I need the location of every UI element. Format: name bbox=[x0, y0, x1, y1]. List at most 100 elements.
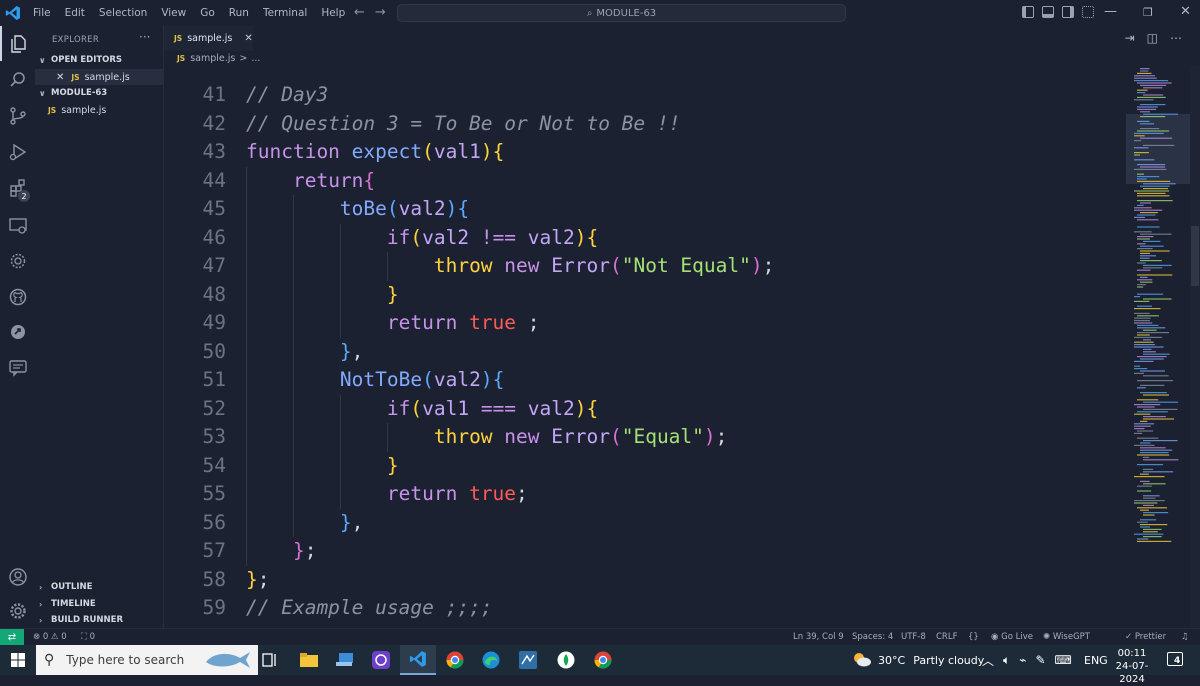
folder-header[interactable]: ∨ MODULE-63 bbox=[39, 88, 107, 98]
open-preview-icon[interactable]: ⇥ bbox=[1125, 31, 1135, 45]
run-debug-icon[interactable] bbox=[0, 134, 35, 169]
more-actions-icon[interactable]: ··· bbox=[139, 30, 150, 44]
explorer-icon[interactable] bbox=[0, 26, 35, 61]
menu-run[interactable]: Run bbox=[222, 7, 256, 19]
problems-indicator[interactable]: ⊗ 0 ⚠ 0 bbox=[33, 632, 67, 642]
minimap-viewport[interactable] bbox=[1126, 114, 1190, 184]
outline-section[interactable]: › OUTLINE bbox=[39, 582, 92, 592]
bell-icon[interactable]: ♫ bbox=[1181, 632, 1189, 642]
minimize-icon[interactable]: — bbox=[1104, 4, 1117, 19]
app-icon[interactable] bbox=[510, 645, 546, 675]
code-line[interactable]: 50 }, bbox=[164, 337, 1124, 366]
code-line[interactable] bbox=[164, 66, 1124, 81]
task-view-icon[interactable] bbox=[252, 645, 288, 675]
file-explorer-icon[interactable] bbox=[291, 645, 327, 675]
menu-terminal[interactable]: Terminal bbox=[256, 7, 314, 19]
volume-icon[interactable]: 🔈︎ bbox=[1003, 653, 1010, 668]
close-tab-icon[interactable]: ✕ bbox=[244, 33, 252, 44]
code-line[interactable]: 44 return{ bbox=[164, 166, 1124, 195]
tab-sample-js[interactable]: JS sample.js ✕ bbox=[164, 26, 253, 51]
code-line[interactable]: 54 } bbox=[164, 451, 1124, 480]
customize-layout-icon[interactable] bbox=[1082, 6, 1094, 18]
restore-icon[interactable]: ❐ bbox=[1143, 6, 1153, 19]
minimap[interactable] bbox=[1126, 66, 1190, 628]
split-editor-icon[interactable]: ◫ bbox=[1147, 31, 1158, 45]
toggle-panel-icon[interactable] bbox=[1042, 6, 1054, 18]
forward-arrow-icon[interactable]: → bbox=[375, 5, 396, 20]
chat-icon[interactable] bbox=[0, 350, 35, 385]
close-editor-icon[interactable]: ✕ bbox=[56, 72, 64, 83]
pen-icon[interactable]: ✎ bbox=[1035, 653, 1045, 667]
encoding[interactable]: UTF-8 bbox=[901, 632, 926, 642]
github-icon[interactable] bbox=[0, 279, 35, 314]
show-hidden-icons-icon[interactable]: ︿ bbox=[982, 652, 994, 669]
build-runner-section[interactable]: › BUILD RUNNER bbox=[39, 615, 123, 625]
code-line[interactable]: 43 function expect(val1){ bbox=[164, 138, 1124, 167]
breadcrumb-file[interactable]: sample.js bbox=[190, 53, 235, 64]
code-line[interactable]: 47 throw new Error("Not Equal"); bbox=[164, 252, 1124, 281]
back-arrow-icon[interactable]: ← bbox=[354, 5, 375, 20]
vscode-logo-icon[interactable] bbox=[0, 0, 26, 26]
search-icon[interactable] bbox=[0, 62, 35, 97]
go-live-button[interactable]: ◉ Go Live bbox=[991, 632, 1033, 642]
wisegpt-button[interactable]: ✺ WiseGPT bbox=[1043, 632, 1090, 642]
line-endings[interactable]: CRLF bbox=[936, 632, 957, 642]
more-actions-icon[interactable]: ⋯ bbox=[1170, 31, 1182, 45]
code-line[interactable]: 55 return true; bbox=[164, 480, 1124, 509]
open-editor-item[interactable]: ✕ JS sample.js bbox=[35, 69, 163, 85]
close-icon[interactable]: ✕ bbox=[1180, 4, 1191, 19]
source-control-icon[interactable] bbox=[0, 98, 35, 133]
indentation[interactable]: Spaces: 4 bbox=[852, 632, 893, 642]
command-center[interactable]: ⌕ MODULE-63 bbox=[397, 4, 846, 22]
code-line[interactable]: 59 // Example usage ;;;; bbox=[164, 594, 1124, 623]
language-mode[interactable]: {} bbox=[968, 632, 979, 642]
menu-help[interactable]: Help bbox=[314, 7, 352, 19]
live-share-icon[interactable] bbox=[0, 314, 35, 349]
menu-go[interactable]: Go bbox=[193, 7, 222, 19]
code-line[interactable]: 49 return true ; bbox=[164, 309, 1124, 338]
notification-center-icon[interactable]: 4 bbox=[1167, 652, 1183, 666]
taskbar-search[interactable]: ⚲ Type here to search bbox=[36, 645, 258, 675]
app-icon[interactable] bbox=[548, 645, 584, 675]
menu-selection[interactable]: Selection bbox=[92, 7, 154, 19]
remote-icon[interactable]: ⇄ bbox=[0, 629, 24, 646]
editor-scrollbar[interactable] bbox=[1190, 66, 1200, 628]
windows-start-icon[interactable] bbox=[0, 645, 36, 675]
code-line[interactable]: 53 throw new Error("Equal"); bbox=[164, 423, 1124, 452]
keyboard-icon[interactable]: ⌨ bbox=[1055, 653, 1072, 667]
file-tree-item[interactable]: JS sample.js bbox=[35, 102, 163, 118]
open-editors-header[interactable]: ∨ OPEN EDITORS bbox=[39, 55, 122, 65]
app-icon[interactable] bbox=[327, 645, 363, 675]
code-line[interactable]: 58}; bbox=[164, 566, 1124, 595]
toggle-primary-sidebar-icon[interactable] bbox=[1022, 6, 1034, 18]
network-icon[interactable]: ⌁ bbox=[1019, 653, 1026, 667]
code-line[interactable]: 48 } bbox=[164, 280, 1124, 309]
github-desktop-icon[interactable] bbox=[363, 645, 399, 675]
input-language[interactable]: ENG bbox=[1084, 645, 1108, 675]
code-line[interactable]: 57 }; bbox=[164, 537, 1124, 566]
testing-icon[interactable] bbox=[0, 243, 35, 278]
chrome-icon[interactable] bbox=[437, 645, 473, 675]
menu-view[interactable]: View bbox=[154, 7, 193, 19]
code-editor[interactable]: 41 // Day3 42 // Question 3 = To Be or Not … bbox=[164, 66, 1124, 628]
breadcrumb-symbol[interactable]: ... bbox=[251, 53, 260, 64]
scroll-thumb[interactable] bbox=[1191, 226, 1199, 286]
remote-explorer-icon[interactable] bbox=[0, 208, 35, 243]
code-line[interactable]: 46 if(val2 !== val2){ bbox=[164, 223, 1124, 252]
toggle-secondary-sidebar-icon[interactable] bbox=[1062, 6, 1074, 18]
code-line[interactable]: 51 NotToBe(val2){ bbox=[164, 366, 1124, 395]
ports-indicator[interactable]: ⛶ 0 bbox=[81, 632, 95, 642]
menu-file[interactable]: File bbox=[26, 7, 58, 19]
weather-widget[interactable]: 30°C Partly cloudy bbox=[852, 645, 984, 675]
cursor-position[interactable]: Ln 39, Col 9 bbox=[793, 632, 844, 642]
code-line[interactable]: 52 if(val1 === val2){ bbox=[164, 394, 1124, 423]
chrome-icon[interactable] bbox=[585, 645, 621, 675]
settings-gear-icon[interactable] bbox=[0, 593, 35, 628]
prettier-button[interactable]: ✓ Prettier bbox=[1125, 632, 1166, 642]
timeline-section[interactable]: › TIMELINE bbox=[39, 599, 96, 609]
menu-edit[interactable]: Edit bbox=[58, 7, 92, 19]
code-line[interactable]: 41 // Day3 bbox=[164, 81, 1124, 110]
code-line[interactable]: 42 // Question 3 = To Be or Not to Be !! bbox=[164, 110, 1124, 139]
vscode-icon[interactable] bbox=[400, 645, 436, 675]
extensions-icon[interactable]: 2 bbox=[0, 170, 35, 205]
